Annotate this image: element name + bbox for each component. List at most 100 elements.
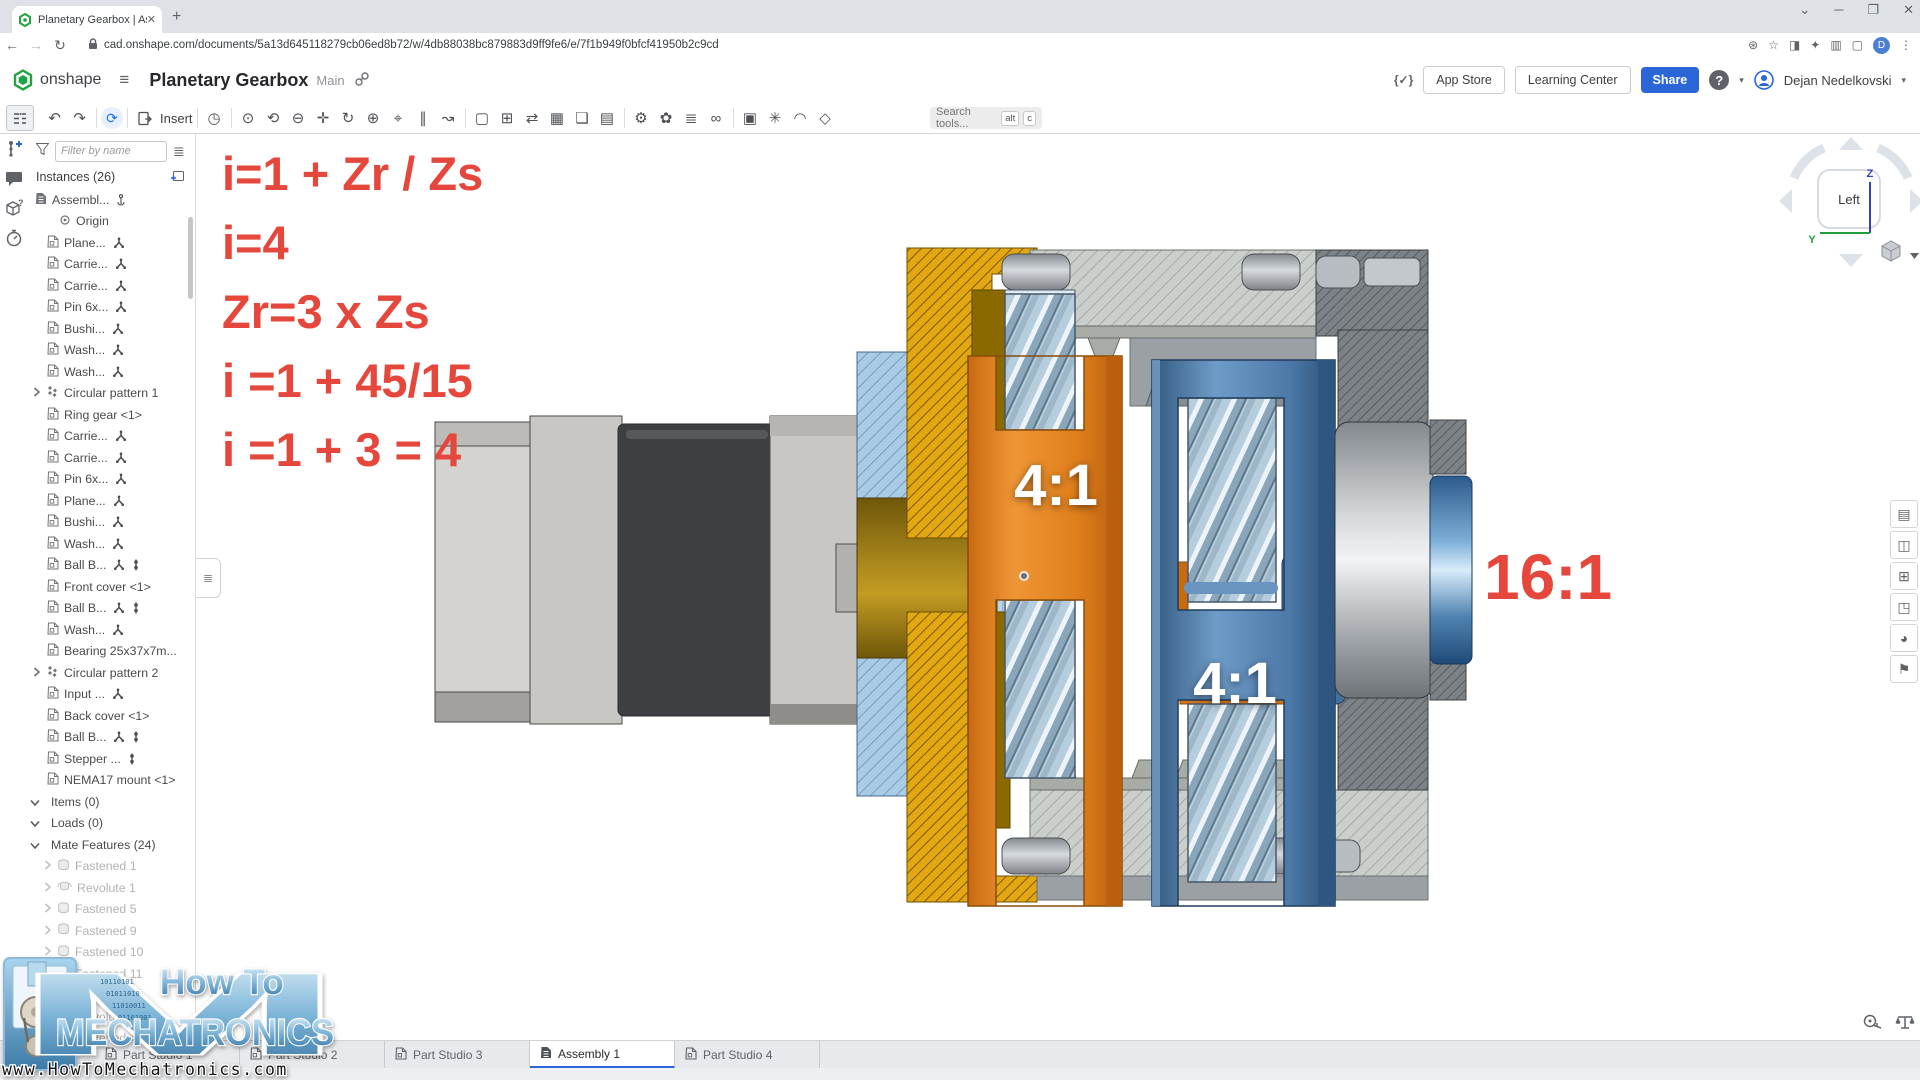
document-title[interactable]: Planetary Gearbox: [149, 70, 308, 91]
url-text[interactable]: cad.onshape.com/documents/5a13d645118279…: [104, 39, 719, 51]
parallel-mate-icon[interactable]: ∥: [411, 106, 436, 130]
insert-feature-icon[interactable]: ⊞: [495, 106, 520, 130]
user-menu-caret-icon[interactable]: ▾: [1901, 75, 1906, 86]
tree-item-fastened-1[interactable]: Fastened 1: [28, 856, 195, 878]
learning-center-button[interactable]: Learning Center: [1515, 66, 1631, 94]
view-mode-cube-icon[interactable]: [1882, 241, 1900, 261]
tree-item-plane[interactable]: Plane...: [28, 490, 195, 512]
reload-icon[interactable]: ↻: [48, 37, 72, 54]
view-cube[interactable]: Left Z Y: [1776, 134, 1920, 276]
timer-icon[interactable]: [0, 223, 28, 253]
tree-item-carrie[interactable]: Carrie...: [28, 447, 195, 469]
tree-scrollbar[interactable]: [188, 217, 193, 299]
translate-icon[interactable]: ✛: [311, 106, 336, 130]
insert-icon[interactable]: [132, 106, 157, 130]
mass-properties-icon[interactable]: [1894, 1012, 1916, 1032]
snap-mode-icon[interactable]: ⌖: [386, 106, 411, 130]
mate-connector-add-icon[interactable]: [0, 133, 28, 163]
doc-tab-assembly-1[interactable]: Assembly 1: [530, 1041, 675, 1069]
curve-snap-icon[interactable]: ↝: [436, 106, 461, 130]
tree-item-bushi[interactable]: Bushi...: [28, 512, 195, 534]
insert-instance-icon[interactable]: [170, 169, 185, 185]
box-select-icon[interactable]: ▢: [470, 106, 495, 130]
history-icon[interactable]: ◷: [202, 106, 227, 130]
list-view-icon[interactable]: ≣: [173, 143, 185, 160]
tree-item-carrie[interactable]: Carrie...: [28, 254, 195, 276]
tree-item-stepper[interactable]: Stepper ...: [28, 748, 195, 770]
cylindrical-mate-icon[interactable]: ⊖: [286, 106, 311, 130]
browser-profile-avatar[interactable]: D: [1873, 37, 1890, 54]
back-icon[interactable]: ←: [0, 37, 24, 53]
tree-item-wash[interactable]: Wash...: [28, 361, 195, 383]
extensions-icon[interactable]: ✦: [1810, 38, 1820, 52]
minimize-icon[interactable]: ─: [1834, 2, 1843, 18]
undo-icon[interactable]: ↶: [42, 106, 67, 130]
measure-icon[interactable]: [1862, 1012, 1884, 1032]
tree-item-ball-b[interactable]: Ball B...: [28, 598, 195, 620]
selection-panel-icon[interactable]: ⊞: [1890, 562, 1918, 590]
help-caret-icon[interactable]: ▾: [1739, 75, 1744, 86]
tree-item-pin-6x[interactable]: Pin 6x...: [28, 297, 195, 319]
roll-cw-arrow-icon[interactable]: [1878, 148, 1908, 178]
mate-connector-icon[interactable]: ⊕: [361, 106, 386, 130]
doc-tab-part-studio-3[interactable]: Part Studio 3: [385, 1041, 530, 1069]
gearbox-cross-section-model[interactable]: [430, 230, 1490, 920]
tree-item-pin-6x[interactable]: Pin 6x...: [28, 469, 195, 491]
chevron-down-icon[interactable]: [30, 838, 40, 852]
planetary-relation-icon[interactable]: ✿: [654, 106, 679, 130]
insert-button[interactable]: Insert: [160, 111, 193, 126]
revolute-mate-icon[interactable]: ⟲: [261, 106, 286, 130]
reading-list-icon[interactable]: ◨: [1789, 38, 1800, 52]
forward-icon[interactable]: →: [24, 37, 48, 53]
appearance-panel-icon[interactable]: ◕: [1890, 624, 1918, 652]
new-tab-icon[interactable]: +: [172, 8, 181, 26]
tree-item-plane[interactable]: Plane...: [28, 232, 195, 254]
part-help-icon[interactable]: ?: [0, 193, 28, 223]
output-shaft[interactable]: [1430, 476, 1472, 664]
user-avatar[interactable]: [1754, 70, 1774, 90]
tab-search-icon[interactable]: ⌄: [1799, 2, 1810, 18]
tree-item-wash[interactable]: Wash...: [28, 533, 195, 555]
tree-item-wash[interactable]: Wash...: [28, 340, 195, 362]
tree-item-origin[interactable]: Origin: [28, 211, 195, 233]
gear-relation-icon[interactable]: ⚙: [629, 106, 654, 130]
extension-a-icon[interactable]: ⊛: [1748, 38, 1758, 52]
group-icon[interactable]: ❏: [570, 106, 595, 130]
view-options-caret-icon[interactable]: [1910, 253, 1919, 259]
close-icon[interactable]: ✕: [1903, 2, 1914, 18]
app-store-button[interactable]: App Store: [1423, 66, 1505, 94]
tree-item-fastened-9[interactable]: Fastened 9: [28, 920, 195, 942]
bookmark-star-icon[interactable]: ☆: [1768, 38, 1779, 52]
tree-item-wash[interactable]: Wash...: [28, 619, 195, 641]
tree-item-fastened-5[interactable]: Fastened 5: [28, 899, 195, 921]
onshape-logo-text[interactable]: onshape: [40, 71, 101, 89]
rotate-up-arrow-icon[interactable]: [1839, 137, 1863, 150]
configuration-panel-icon[interactable]: ⚑: [1890, 655, 1918, 683]
chevron-right-icon[interactable]: [33, 666, 40, 680]
rotate-right-arrow-icon[interactable]: [1910, 189, 1920, 213]
panel-collapse-handle[interactable]: ≣: [196, 558, 221, 598]
share-button[interactable]: Share: [1641, 67, 1700, 93]
stepper-motor[interactable]: [435, 416, 858, 724]
tree-item-circular-pattern-1[interactable]: Circular pattern 1: [28, 383, 195, 405]
feature-list-panel-icon[interactable]: ▤: [1890, 500, 1918, 528]
pattern-icon[interactable]: ▦: [545, 106, 570, 130]
tree-item-assembl[interactable]: Assembl...: [28, 189, 195, 211]
filter-icon[interactable]: [36, 142, 49, 160]
view-cube-face-label[interactable]: Left: [1838, 192, 1860, 207]
tree-item-carrie[interactable]: Carrie...: [28, 275, 195, 297]
chevron-right-icon[interactable]: [44, 924, 51, 938]
mate-icon[interactable]: ⊙: [236, 106, 261, 130]
tree-item-nema17-mount-1[interactable]: NEMA17 mount <1>: [28, 770, 195, 792]
rotate-down-arrow-icon[interactable]: [1839, 254, 1863, 267]
tree-item-ball-b[interactable]: Ball B...: [28, 727, 195, 749]
sync-icon[interactable]: ⟳: [101, 107, 123, 129]
tree-item-loads-0[interactable]: Loads (0): [28, 813, 195, 835]
chevron-right-icon[interactable]: [44, 881, 51, 895]
tab-close-icon[interactable]: ✕: [147, 13, 156, 26]
chevron-right-icon[interactable]: [33, 386, 40, 400]
tree-item-bushi[interactable]: Bushi...: [28, 318, 195, 340]
rotate-left-arrow-icon[interactable]: [1779, 189, 1792, 213]
tree-item-carrie[interactable]: Carrie...: [28, 426, 195, 448]
measure-panel-icon[interactable]: ◳: [1890, 593, 1918, 621]
